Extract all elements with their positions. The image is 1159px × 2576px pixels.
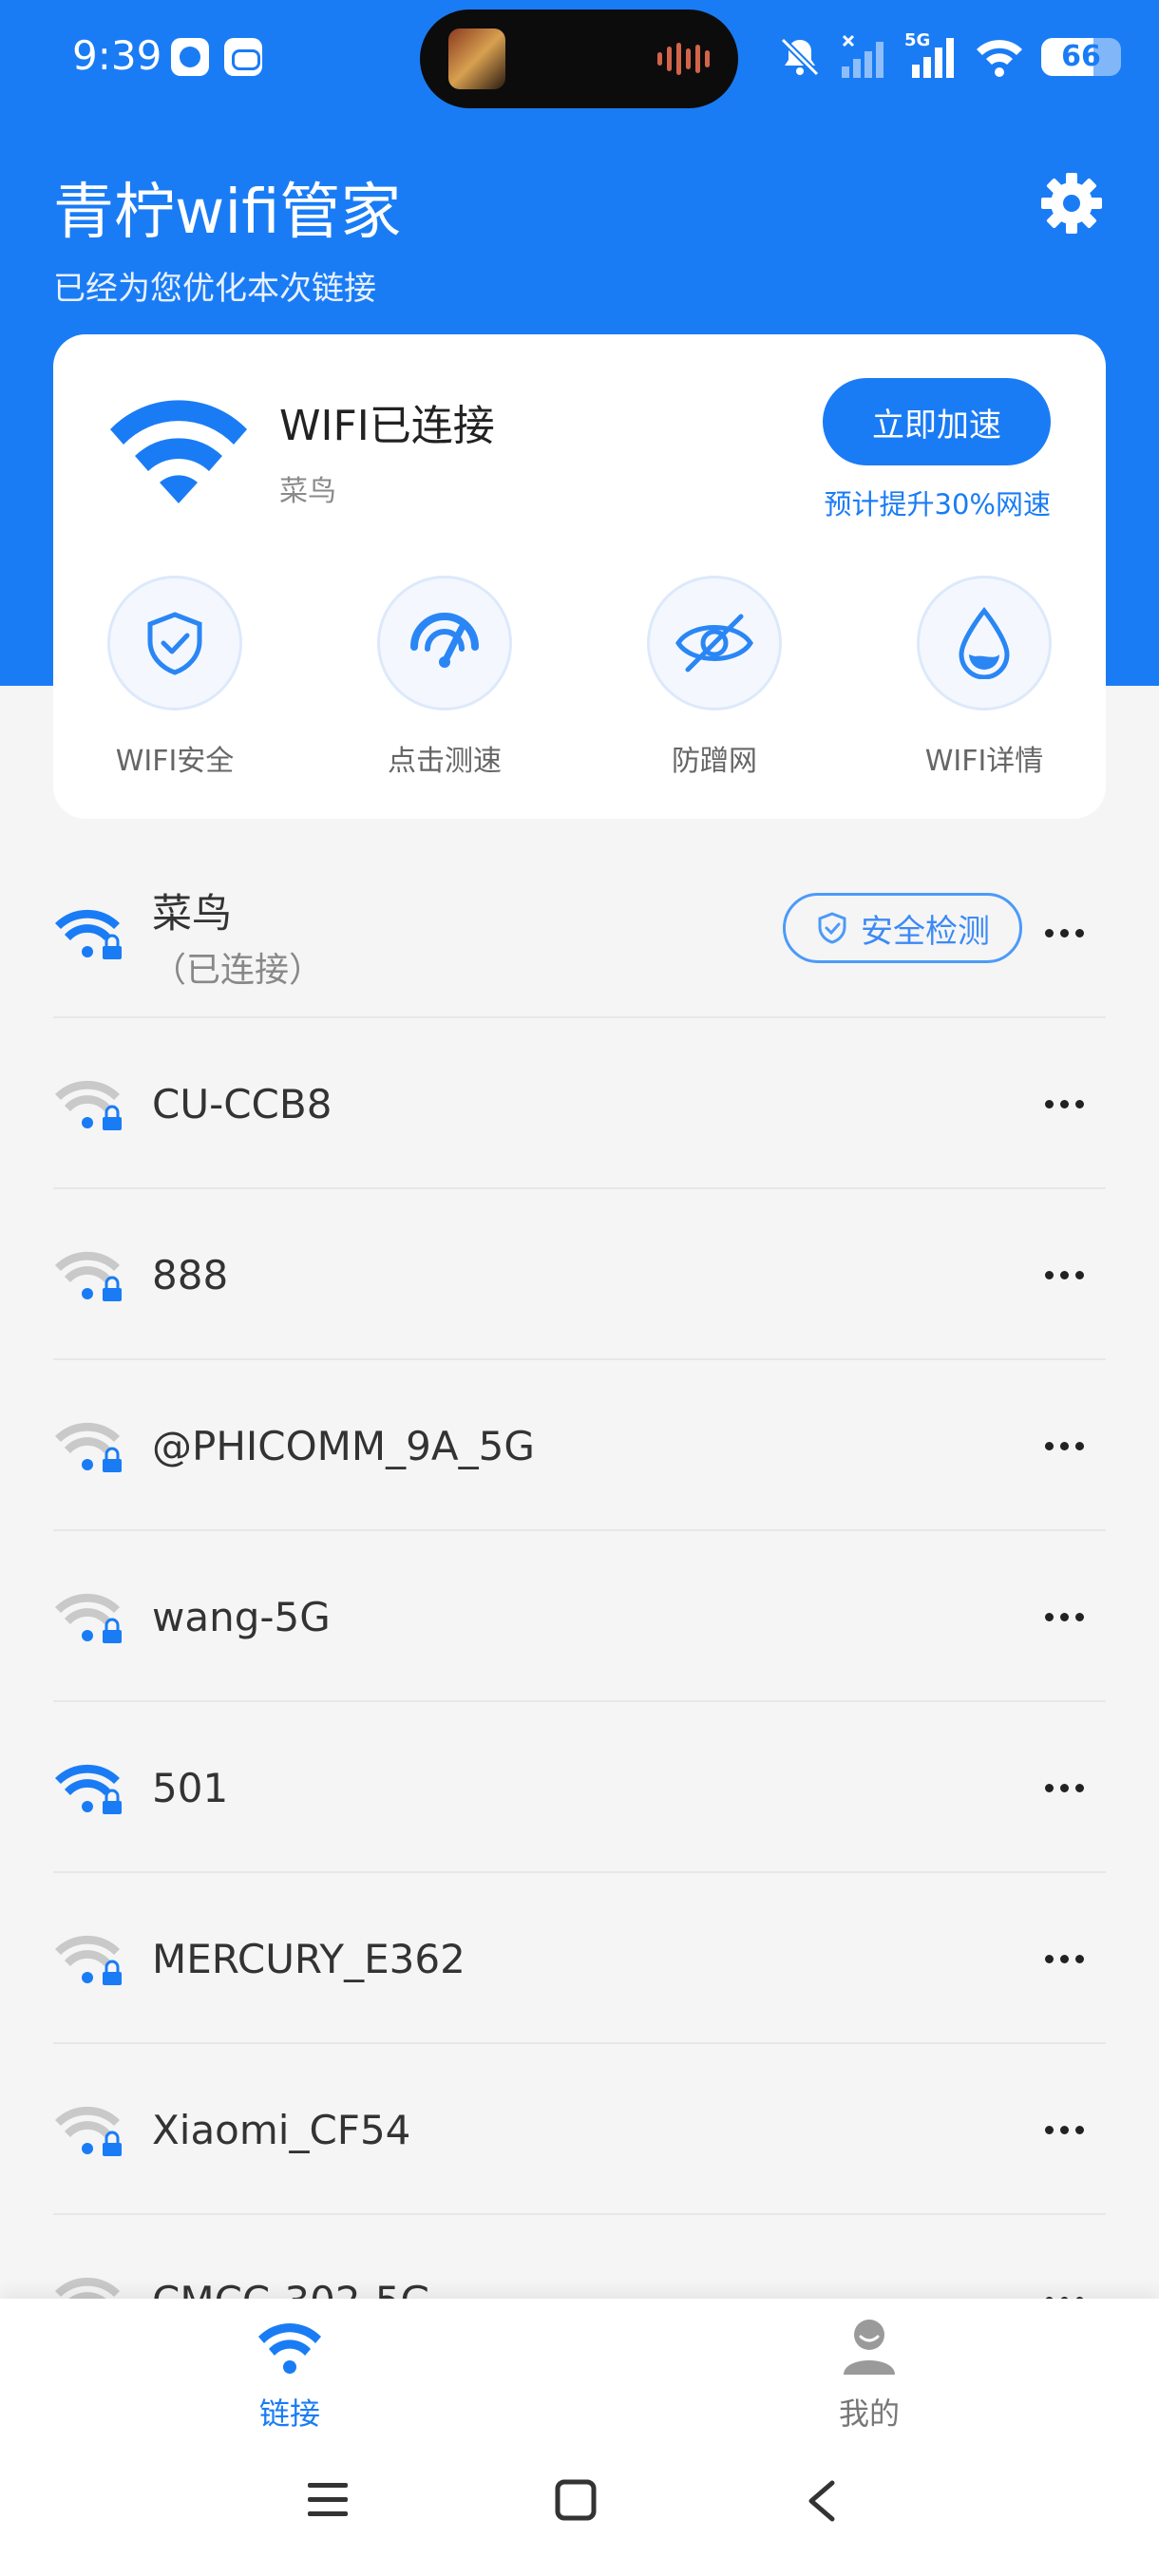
wifi-name: wang-5G xyxy=(152,1594,331,1640)
audio-wave-icon xyxy=(657,42,710,76)
wifi-row[interactable]: CU-CCB8 xyxy=(53,1018,1106,1189)
security-check-button[interactable]: 安全检测 xyxy=(783,893,1022,963)
more-options-button[interactable] xyxy=(1045,1432,1092,1459)
more-options-button[interactable] xyxy=(1045,2116,1092,2143)
home-key-icon[interactable] xyxy=(555,2479,597,2521)
wifi-lock-weak-icon xyxy=(55,2106,122,2156)
media-thumbnail xyxy=(448,28,505,89)
tool-label: 点击测速 xyxy=(388,745,502,778)
wifi-row[interactable]: 501 xyxy=(53,1702,1106,1873)
more-options-button[interactable] xyxy=(1045,1774,1092,1801)
wifi-name: 888 xyxy=(152,1252,229,1298)
tool-anti-leech[interactable]: 防蹭网 xyxy=(619,576,809,779)
speedometer-icon xyxy=(410,613,479,668)
tool-wifi-details[interactable]: WIFI详情 xyxy=(889,576,1079,779)
wifi-status: （已连接） xyxy=(152,951,324,990)
wifi-name: Xiaomi_CF54 xyxy=(152,2107,411,2153)
wifi-status-icon xyxy=(977,40,1022,77)
gear-icon xyxy=(1041,173,1102,234)
wifi-name: 菜鸟 xyxy=(152,890,233,937)
wifi-lock-strong-icon xyxy=(55,1764,122,1814)
battery-icon: 66 xyxy=(1041,38,1121,76)
network-type: 5G xyxy=(904,30,931,50)
back-key-icon[interactable] xyxy=(804,2479,838,2523)
wifi-lock-weak-icon xyxy=(55,1593,122,1643)
wifi-row[interactable]: @PHICOMM_9A_5G xyxy=(53,1360,1106,1531)
tab-label: 我的 xyxy=(838,2396,900,2432)
wifi-row-connected[interactable]: 菜鸟 （已连接） 安全检测 xyxy=(53,847,1106,1018)
more-options-button[interactable] xyxy=(1045,1261,1092,1288)
bottom-nav: 链接 我的 xyxy=(0,2299,1159,2576)
wifi-name: MERCURY_E362 xyxy=(152,1936,466,1982)
more-options-button[interactable] xyxy=(1045,919,1092,946)
more-options-button[interactable] xyxy=(1045,1945,1092,1972)
app-title: 青柠wifi管家 xyxy=(53,178,402,248)
wifi-row[interactable]: wang-5G xyxy=(53,1531,1106,1702)
wifi-name: @PHICOMM_9A_5G xyxy=(152,1423,535,1469)
tool-label: 防蹭网 xyxy=(672,745,757,778)
tool-label: WIFI详情 xyxy=(924,745,1044,778)
wifi-lock-weak-icon xyxy=(55,1935,122,1985)
wifi-row[interactable]: Xiaomi_CF54 xyxy=(53,2044,1106,2215)
eye-off-icon xyxy=(675,614,753,672)
boost-button[interactable]: 立即加速 xyxy=(823,378,1051,465)
mobile-signal-icon: 5G xyxy=(904,30,958,80)
wifi-lock-weak-icon xyxy=(55,1251,122,1301)
battery-level: 66 xyxy=(1061,40,1101,73)
signal-no-sim-icon xyxy=(842,34,884,78)
tab-connect[interactable]: 链接 xyxy=(195,2318,385,2434)
tab-label: 链接 xyxy=(258,2396,320,2432)
connection-status: WIFI已连接 xyxy=(279,402,495,450)
app-subtitle: 已经为您优化本次链接 xyxy=(53,270,376,308)
shield-check-icon xyxy=(818,912,846,944)
wifi-row[interactable]: 888 xyxy=(53,1189,1106,1360)
wifi-lock-weak-icon xyxy=(55,1422,122,1472)
connected-ssid: 菜鸟 xyxy=(279,475,336,508)
browser-notification-icon xyxy=(171,38,209,76)
user-icon xyxy=(844,2320,895,2375)
more-options-button[interactable] xyxy=(1045,1603,1092,1630)
water-drop-icon xyxy=(959,607,1010,679)
tab-mine[interactable]: 我的 xyxy=(774,2318,964,2434)
wifi-connected-icon xyxy=(110,400,247,503)
dynamic-island[interactable] xyxy=(420,9,738,108)
status-time: 9:39 xyxy=(72,32,162,79)
silent-bell-icon xyxy=(780,37,820,77)
wifi-lock-weak-icon xyxy=(55,1080,122,1130)
connection-card: WIFI已连接 菜鸟 立即加速 预计提升30%网速 WIFI安全 点击测速 防蹭… xyxy=(53,334,1106,819)
status-bar: 9:39 5G 66 xyxy=(0,0,1159,114)
status-icons: 5G 66 xyxy=(777,28,1121,85)
settings-button[interactable] xyxy=(1039,171,1104,236)
shield-check-icon xyxy=(147,612,202,675)
tool-speed-test[interactable]: 点击测速 xyxy=(350,576,540,779)
wifi-row[interactable]: MERCURY_E362 xyxy=(53,1873,1106,2044)
tool-wifi-security[interactable]: WIFI安全 xyxy=(80,576,270,779)
wifi-name: CU-CCB8 xyxy=(152,1081,332,1127)
wifi-tab-icon xyxy=(258,2323,321,2374)
tool-label: WIFI安全 xyxy=(115,745,235,778)
menu-key-icon[interactable] xyxy=(306,2479,350,2521)
boost-note: 预计提升30%网速 xyxy=(824,488,1051,521)
cloud-notification-icon xyxy=(224,38,262,76)
wifi-name: 501 xyxy=(152,1765,229,1811)
wifi-lock-strong-icon xyxy=(55,909,122,959)
security-check-label: 安全检测 xyxy=(861,912,990,951)
more-options-button[interactable] xyxy=(1045,1090,1092,1117)
